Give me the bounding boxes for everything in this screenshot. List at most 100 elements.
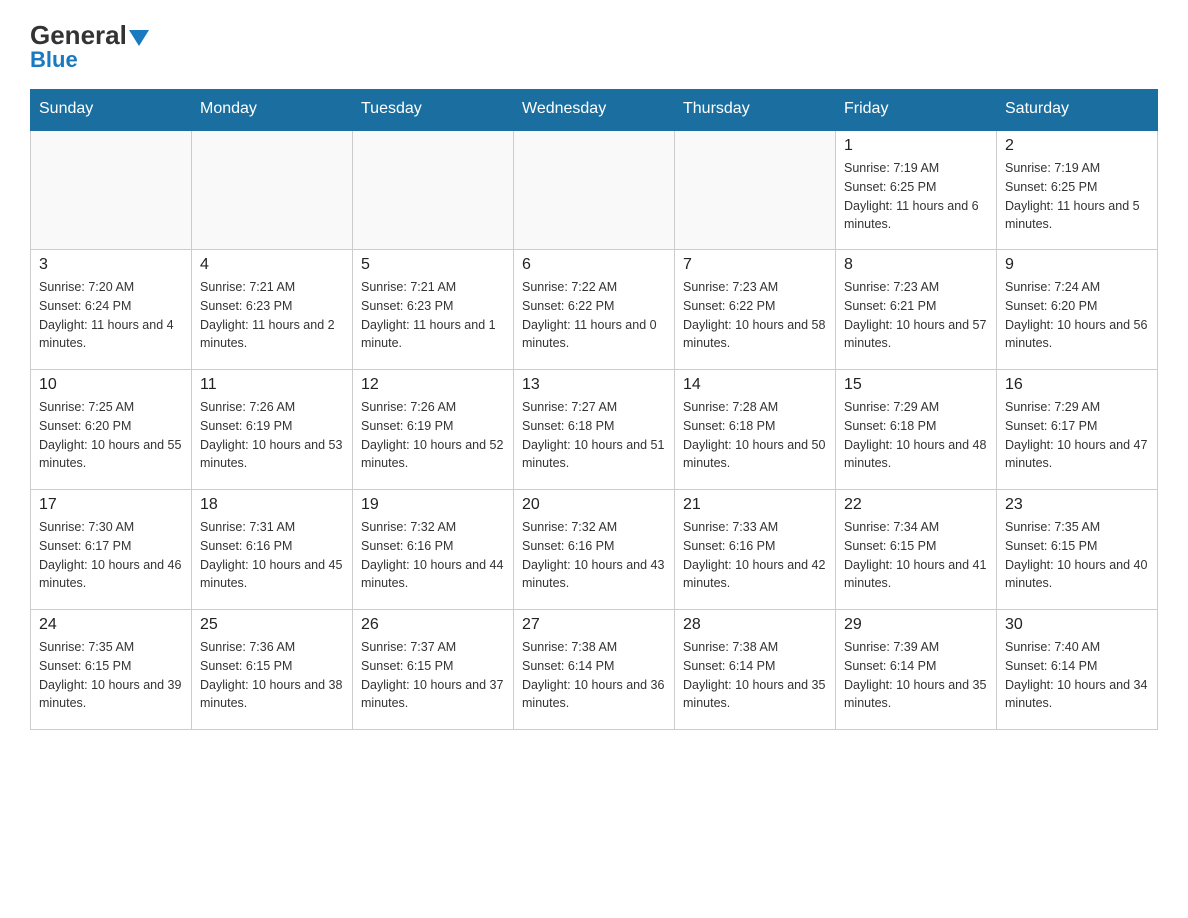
day-number: 9 bbox=[1005, 256, 1149, 274]
day-number: 26 bbox=[361, 616, 505, 634]
week-row-1: 1 Sunrise: 7:19 AM Sunset: 6:25 PM Daylig… bbox=[31, 130, 1158, 250]
day-header-wednesday: Wednesday bbox=[514, 90, 675, 130]
calendar-cell: 10 Sunrise: 7:25 AM Sunset: 6:20 PM Dayli… bbox=[31, 370, 192, 490]
day-info: Sunrise: 7:34 AM Sunset: 6:15 PM Dayligh… bbox=[844, 518, 988, 593]
day-info: Sunrise: 7:35 AM Sunset: 6:15 PM Dayligh… bbox=[1005, 518, 1149, 593]
calendar-cell: 1 Sunrise: 7:19 AM Sunset: 6:25 PM Daylig… bbox=[836, 130, 997, 250]
week-row-3: 10 Sunrise: 7:25 AM Sunset: 6:20 PM Dayli… bbox=[31, 370, 1158, 490]
calendar-cell: 13Sunrise: 7:27 AM Sunset: 6:18 PM Dayli… bbox=[514, 370, 675, 490]
calendar-cell bbox=[353, 130, 514, 250]
day-info: Sunrise: 7:39 AM Sunset: 6:14 PM Dayligh… bbox=[844, 638, 988, 713]
calendar-cell: 11 Sunrise: 7:26 AM Sunset: 6:19 PM Dayli… bbox=[192, 370, 353, 490]
day-info: Sunrise: 7:33 AM Sunset: 6:16 PM Dayligh… bbox=[683, 518, 827, 593]
day-info: Sunrise: 7:21 AM Sunset: 6:23 PM Dayligh… bbox=[200, 278, 344, 353]
day-header-friday: Friday bbox=[836, 90, 997, 130]
calendar-cell: 18 Sunrise: 7:31 AM Sunset: 6:16 PM Dayli… bbox=[192, 490, 353, 610]
calendar-cell: 24 Sunrise: 7:35 AM Sunset: 6:15 PM Dayli… bbox=[31, 610, 192, 730]
day-info: Sunrise: 7:23 AM Sunset: 6:21 PM Dayligh… bbox=[844, 278, 988, 353]
days-header-row: SundayMondayTuesdayWednesdayThursdayFrid… bbox=[31, 90, 1158, 130]
calendar-cell: 29 Sunrise: 7:39 AM Sunset: 6:14 PM Dayli… bbox=[836, 610, 997, 730]
day-number: 30 bbox=[1005, 616, 1149, 634]
calendar-cell bbox=[192, 130, 353, 250]
calendar-cell: 2 Sunrise: 7:19 AM Sunset: 6:25 PM Daylig… bbox=[997, 130, 1158, 250]
header: General Blue bbox=[30, 20, 1158, 73]
day-info: Sunrise: 7:38 AM Sunset: 6:14 PM Dayligh… bbox=[522, 638, 666, 713]
day-number: 17 bbox=[39, 496, 183, 514]
day-info: Sunrise: 7:19 AM Sunset: 6:25 PM Dayligh… bbox=[1005, 159, 1149, 234]
day-number: 29 bbox=[844, 616, 988, 634]
calendar-cell: 12 Sunrise: 7:26 AM Sunset: 6:19 PM Dayli… bbox=[353, 370, 514, 490]
day-info: Sunrise: 7:22 AM Sunset: 6:22 PM Dayligh… bbox=[522, 278, 666, 353]
calendar-cell: 30Sunrise: 7:40 AM Sunset: 6:14 PM Dayli… bbox=[997, 610, 1158, 730]
day-info: Sunrise: 7:30 AM Sunset: 6:17 PM Dayligh… bbox=[39, 518, 183, 593]
day-info: Sunrise: 7:37 AM Sunset: 6:15 PM Dayligh… bbox=[361, 638, 505, 713]
day-number: 27 bbox=[522, 616, 666, 634]
calendar-cell: 8 Sunrise: 7:23 AM Sunset: 6:21 PM Daylig… bbox=[836, 250, 997, 370]
day-header-tuesday: Tuesday bbox=[353, 90, 514, 130]
day-info: Sunrise: 7:23 AM Sunset: 6:22 PM Dayligh… bbox=[683, 278, 827, 353]
day-number: 3 bbox=[39, 256, 183, 274]
day-number: 22 bbox=[844, 496, 988, 514]
day-header-thursday: Thursday bbox=[675, 90, 836, 130]
calendar-cell: 23 Sunrise: 7:35 AM Sunset: 6:15 PM Dayli… bbox=[997, 490, 1158, 610]
day-number: 25 bbox=[200, 616, 344, 634]
day-number: 8 bbox=[844, 256, 988, 274]
day-info: Sunrise: 7:32 AM Sunset: 6:16 PM Dayligh… bbox=[361, 518, 505, 593]
day-info: Sunrise: 7:29 AM Sunset: 6:17 PM Dayligh… bbox=[1005, 398, 1149, 473]
day-number: 24 bbox=[39, 616, 183, 634]
calendar-cell: 7Sunrise: 7:23 AM Sunset: 6:22 PM Daylig… bbox=[675, 250, 836, 370]
day-number: 10 bbox=[39, 376, 183, 394]
day-info: Sunrise: 7:38 AM Sunset: 6:14 PM Dayligh… bbox=[683, 638, 827, 713]
day-info: Sunrise: 7:19 AM Sunset: 6:25 PM Dayligh… bbox=[844, 159, 988, 234]
logo-triangle-icon bbox=[129, 30, 149, 46]
day-number: 12 bbox=[361, 376, 505, 394]
calendar-cell: 6 Sunrise: 7:22 AM Sunset: 6:22 PM Daylig… bbox=[514, 250, 675, 370]
calendar-cell: 15Sunrise: 7:29 AM Sunset: 6:18 PM Dayli… bbox=[836, 370, 997, 490]
calendar-cell bbox=[514, 130, 675, 250]
day-number: 19 bbox=[361, 496, 505, 514]
day-header-monday: Monday bbox=[192, 90, 353, 130]
day-info: Sunrise: 7:28 AM Sunset: 6:18 PM Dayligh… bbox=[683, 398, 827, 473]
day-number: 1 bbox=[844, 137, 988, 155]
calendar-table: SundayMondayTuesdayWednesdayThursdayFrid… bbox=[30, 89, 1158, 730]
day-number: 16 bbox=[1005, 376, 1149, 394]
day-number: 28 bbox=[683, 616, 827, 634]
week-row-2: 3 Sunrise: 7:20 AM Sunset: 6:24 PM Daylig… bbox=[31, 250, 1158, 370]
calendar-cell: 16 Sunrise: 7:29 AM Sunset: 6:17 PM Dayli… bbox=[997, 370, 1158, 490]
logo-blue: Blue bbox=[30, 47, 78, 73]
day-header-saturday: Saturday bbox=[997, 90, 1158, 130]
day-info: Sunrise: 7:25 AM Sunset: 6:20 PM Dayligh… bbox=[39, 398, 183, 473]
day-number: 20 bbox=[522, 496, 666, 514]
day-info: Sunrise: 7:26 AM Sunset: 6:19 PM Dayligh… bbox=[361, 398, 505, 473]
day-number: 6 bbox=[522, 256, 666, 274]
day-info: Sunrise: 7:35 AM Sunset: 6:15 PM Dayligh… bbox=[39, 638, 183, 713]
calendar-cell: 22 Sunrise: 7:34 AM Sunset: 6:15 PM Dayli… bbox=[836, 490, 997, 610]
day-number: 18 bbox=[200, 496, 344, 514]
day-number: 23 bbox=[1005, 496, 1149, 514]
day-info: Sunrise: 7:31 AM Sunset: 6:16 PM Dayligh… bbox=[200, 518, 344, 593]
calendar-cell: 21 Sunrise: 7:33 AM Sunset: 6:16 PM Dayli… bbox=[675, 490, 836, 610]
day-info: Sunrise: 7:21 AM Sunset: 6:23 PM Dayligh… bbox=[361, 278, 505, 353]
calendar-cell bbox=[31, 130, 192, 250]
day-info: Sunrise: 7:24 AM Sunset: 6:20 PM Dayligh… bbox=[1005, 278, 1149, 353]
day-info: Sunrise: 7:26 AM Sunset: 6:19 PM Dayligh… bbox=[200, 398, 344, 473]
calendar-cell: 20 Sunrise: 7:32 AM Sunset: 6:16 PM Dayli… bbox=[514, 490, 675, 610]
calendar-cell: 28 Sunrise: 7:38 AM Sunset: 6:14 PM Dayli… bbox=[675, 610, 836, 730]
calendar-cell bbox=[675, 130, 836, 250]
day-number: 4 bbox=[200, 256, 344, 274]
calendar-cell: 17 Sunrise: 7:30 AM Sunset: 6:17 PM Dayli… bbox=[31, 490, 192, 610]
day-number: 21 bbox=[683, 496, 827, 514]
day-info: Sunrise: 7:36 AM Sunset: 6:15 PM Dayligh… bbox=[200, 638, 344, 713]
calendar-cell: 14Sunrise: 7:28 AM Sunset: 6:18 PM Dayli… bbox=[675, 370, 836, 490]
calendar-cell: 9 Sunrise: 7:24 AM Sunset: 6:20 PM Daylig… bbox=[997, 250, 1158, 370]
day-info: Sunrise: 7:29 AM Sunset: 6:18 PM Dayligh… bbox=[844, 398, 988, 473]
day-number: 11 bbox=[200, 376, 344, 394]
calendar-cell: 27 Sunrise: 7:38 AM Sunset: 6:14 PM Dayli… bbox=[514, 610, 675, 730]
day-number: 5 bbox=[361, 256, 505, 274]
day-number: 2 bbox=[1005, 137, 1149, 155]
day-info: Sunrise: 7:32 AM Sunset: 6:16 PM Dayligh… bbox=[522, 518, 666, 593]
calendar-cell: 26 Sunrise: 7:37 AM Sunset: 6:15 PM Dayli… bbox=[353, 610, 514, 730]
day-info: Sunrise: 7:20 AM Sunset: 6:24 PM Dayligh… bbox=[39, 278, 183, 353]
calendar-cell: 5 Sunrise: 7:21 AM Sunset: 6:23 PM Daylig… bbox=[353, 250, 514, 370]
logo: General Blue bbox=[30, 20, 149, 73]
